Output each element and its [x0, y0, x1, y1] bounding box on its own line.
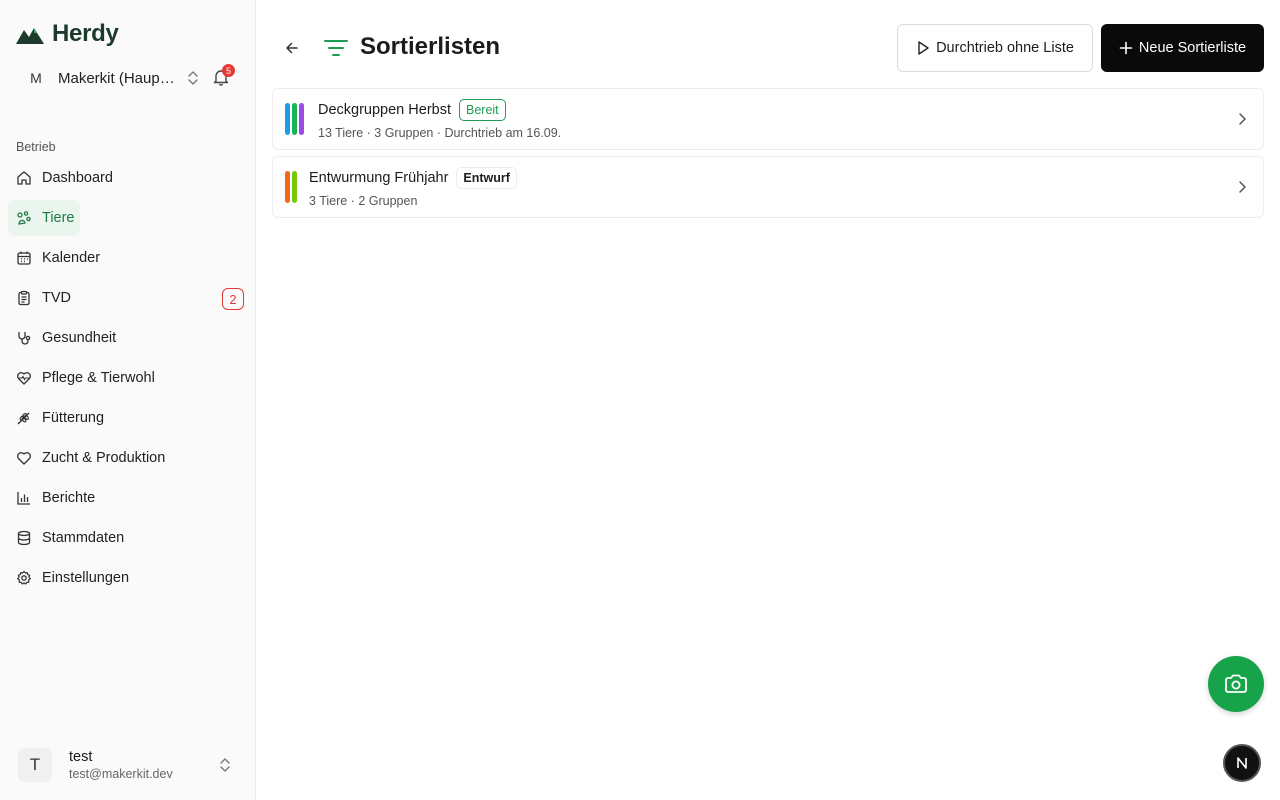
sidebar-nav: Dashboard Tiere Kalender TVD 2 Gesundhei…	[8, 160, 248, 600]
sidebar-item-stammdaten[interactable]: Stammdaten	[8, 520, 248, 556]
list-item-title: Entwurmung Frühjahr	[309, 169, 449, 186]
sidebar-item-label: Kalender	[42, 250, 101, 266]
stethoscope-icon	[18, 332, 31, 345]
group-color-bars	[285, 103, 304, 135]
sidebar-item-label: Tiere	[42, 210, 75, 226]
chevrons-up-down-icon	[220, 758, 230, 772]
sort-lists: Deckgruppen Herbst Bereit 13 Tiere · 3 G…	[272, 88, 1264, 224]
sidebar: Herdy M Makerkit (Haupt… 5 Betrieb Dashb…	[0, 0, 256, 800]
avatar: T	[18, 748, 52, 782]
drive-without-list-button[interactable]: Durchtrieb ohne Liste	[897, 24, 1093, 72]
color-bar	[292, 103, 297, 135]
list-item-meta: 3 Tiere · 2 Gruppen	[309, 193, 418, 208]
chevron-right-icon	[1239, 181, 1246, 193]
camera-fab-button[interactable]	[1208, 656, 1264, 712]
bar-chart-icon	[17, 492, 30, 505]
color-bar	[285, 103, 290, 135]
sidebar-item-kalender[interactable]: Kalender	[8, 240, 248, 276]
sidebar-item-label: Dashboard	[42, 170, 113, 186]
sidebar-item-zucht[interactable]: Zucht & Produktion	[8, 440, 248, 476]
sidebar-item-tiere[interactable]: Tiere	[8, 200, 80, 236]
color-bar	[299, 103, 304, 135]
plus-icon	[1119, 41, 1133, 55]
status-badge: Entwurf	[456, 166, 517, 189]
list-item-title: Deckgruppen Herbst	[318, 101, 451, 118]
sidebar-item-einstellungen[interactable]: Einstellungen	[8, 560, 248, 596]
sidebar-item-label: Fütterung	[42, 410, 105, 426]
sidebar-item-label: Zucht & Produktion	[42, 450, 166, 466]
list-item-content: Entwurmung Frühjahr Entwurf 3 Tiere · 2 …	[309, 166, 517, 208]
back-arrow-icon[interactable]	[282, 38, 302, 58]
list-item[interactable]: Deckgruppen Herbst Bereit 13 Tiere · 3 G…	[272, 88, 1264, 150]
app-logo[interactable]: Herdy	[16, 20, 119, 48]
chevrons-up-down-icon	[188, 71, 198, 85]
play-icon	[918, 41, 929, 55]
drive-without-list-label: Durchtrieb ohne Liste	[936, 40, 1074, 56]
user-name: test	[69, 749, 93, 765]
org-avatar: M	[30, 70, 42, 86]
sidebar-item-label: Pflege & Tierwohl	[42, 370, 155, 386]
wheat-icon	[17, 412, 30, 425]
sidebar-item-label: Berichte	[42, 490, 96, 506]
list-item-content: Deckgruppen Herbst Bereit 13 Tiere · 3 G…	[318, 98, 562, 140]
new-sort-list-label: Neue Sortierliste	[1138, 40, 1247, 56]
clipboard-icon	[18, 290, 30, 306]
chevron-right-icon	[1239, 113, 1246, 125]
sidebar-item-label: Gesundheit	[42, 330, 117, 346]
heart-pulse-icon	[17, 372, 31, 385]
database-icon	[17, 530, 31, 546]
sidebar-item-tvd[interactable]: TVD 2	[8, 280, 248, 316]
list-item[interactable]: Entwurmung Frühjahr Entwurf 3 Tiere · 2 …	[272, 156, 1264, 218]
user-email: test@makerkit.dev	[69, 767, 173, 781]
animals-icon	[17, 211, 31, 225]
gear-icon	[17, 570, 31, 585]
notification-count-badge: 5	[222, 64, 235, 77]
sidebar-item-berichte[interactable]: Berichte	[8, 480, 248, 516]
filter-lines-icon	[324, 40, 348, 56]
org-switcher[interactable]: M Makerkit (Haupt…	[24, 66, 200, 90]
dev-tools-button[interactable]	[1223, 744, 1261, 782]
sidebar-section-label: Betrieb	[16, 140, 56, 154]
user-info: test test@makerkit.dev	[69, 749, 173, 781]
sidebar-item-dashboard[interactable]: Dashboard	[8, 160, 248, 196]
sidebar-item-label: Einstellungen	[42, 570, 130, 586]
sidebar-item-label: Stammdaten	[42, 530, 125, 546]
user-menu[interactable]: T test test@makerkit.dev	[8, 738, 244, 792]
new-sort-list-button[interactable]: Neue Sortierliste	[1101, 24, 1264, 72]
heart-icon	[17, 452, 31, 465]
list-item-meta: 13 Tiere · 3 Gruppen · Durchtrieb am 16.…	[318, 125, 562, 140]
mountain-logo-icon	[16, 28, 44, 44]
color-bar	[285, 171, 290, 203]
org-name: Makerkit (Haupt…	[58, 69, 176, 87]
status-badge: Bereit	[459, 98, 506, 121]
app-name: Herdy	[52, 20, 119, 47]
sidebar-item-pflege[interactable]: Pflege & Tierwohl	[8, 360, 248, 396]
camera-icon	[1225, 674, 1247, 693]
n-logo-icon	[1237, 757, 1247, 769]
tvd-count-badge: 2	[222, 288, 244, 310]
sidebar-item-label: TVD	[42, 290, 71, 306]
color-bar	[292, 171, 297, 203]
home-icon	[17, 171, 31, 185]
sidebar-item-fuetterung[interactable]: Fütterung	[8, 400, 248, 436]
group-color-bars	[285, 171, 297, 203]
page-title: Sortierlisten	[360, 33, 501, 60]
sidebar-item-gesundheit[interactable]: Gesundheit	[8, 320, 248, 356]
calendar-icon	[17, 251, 31, 265]
